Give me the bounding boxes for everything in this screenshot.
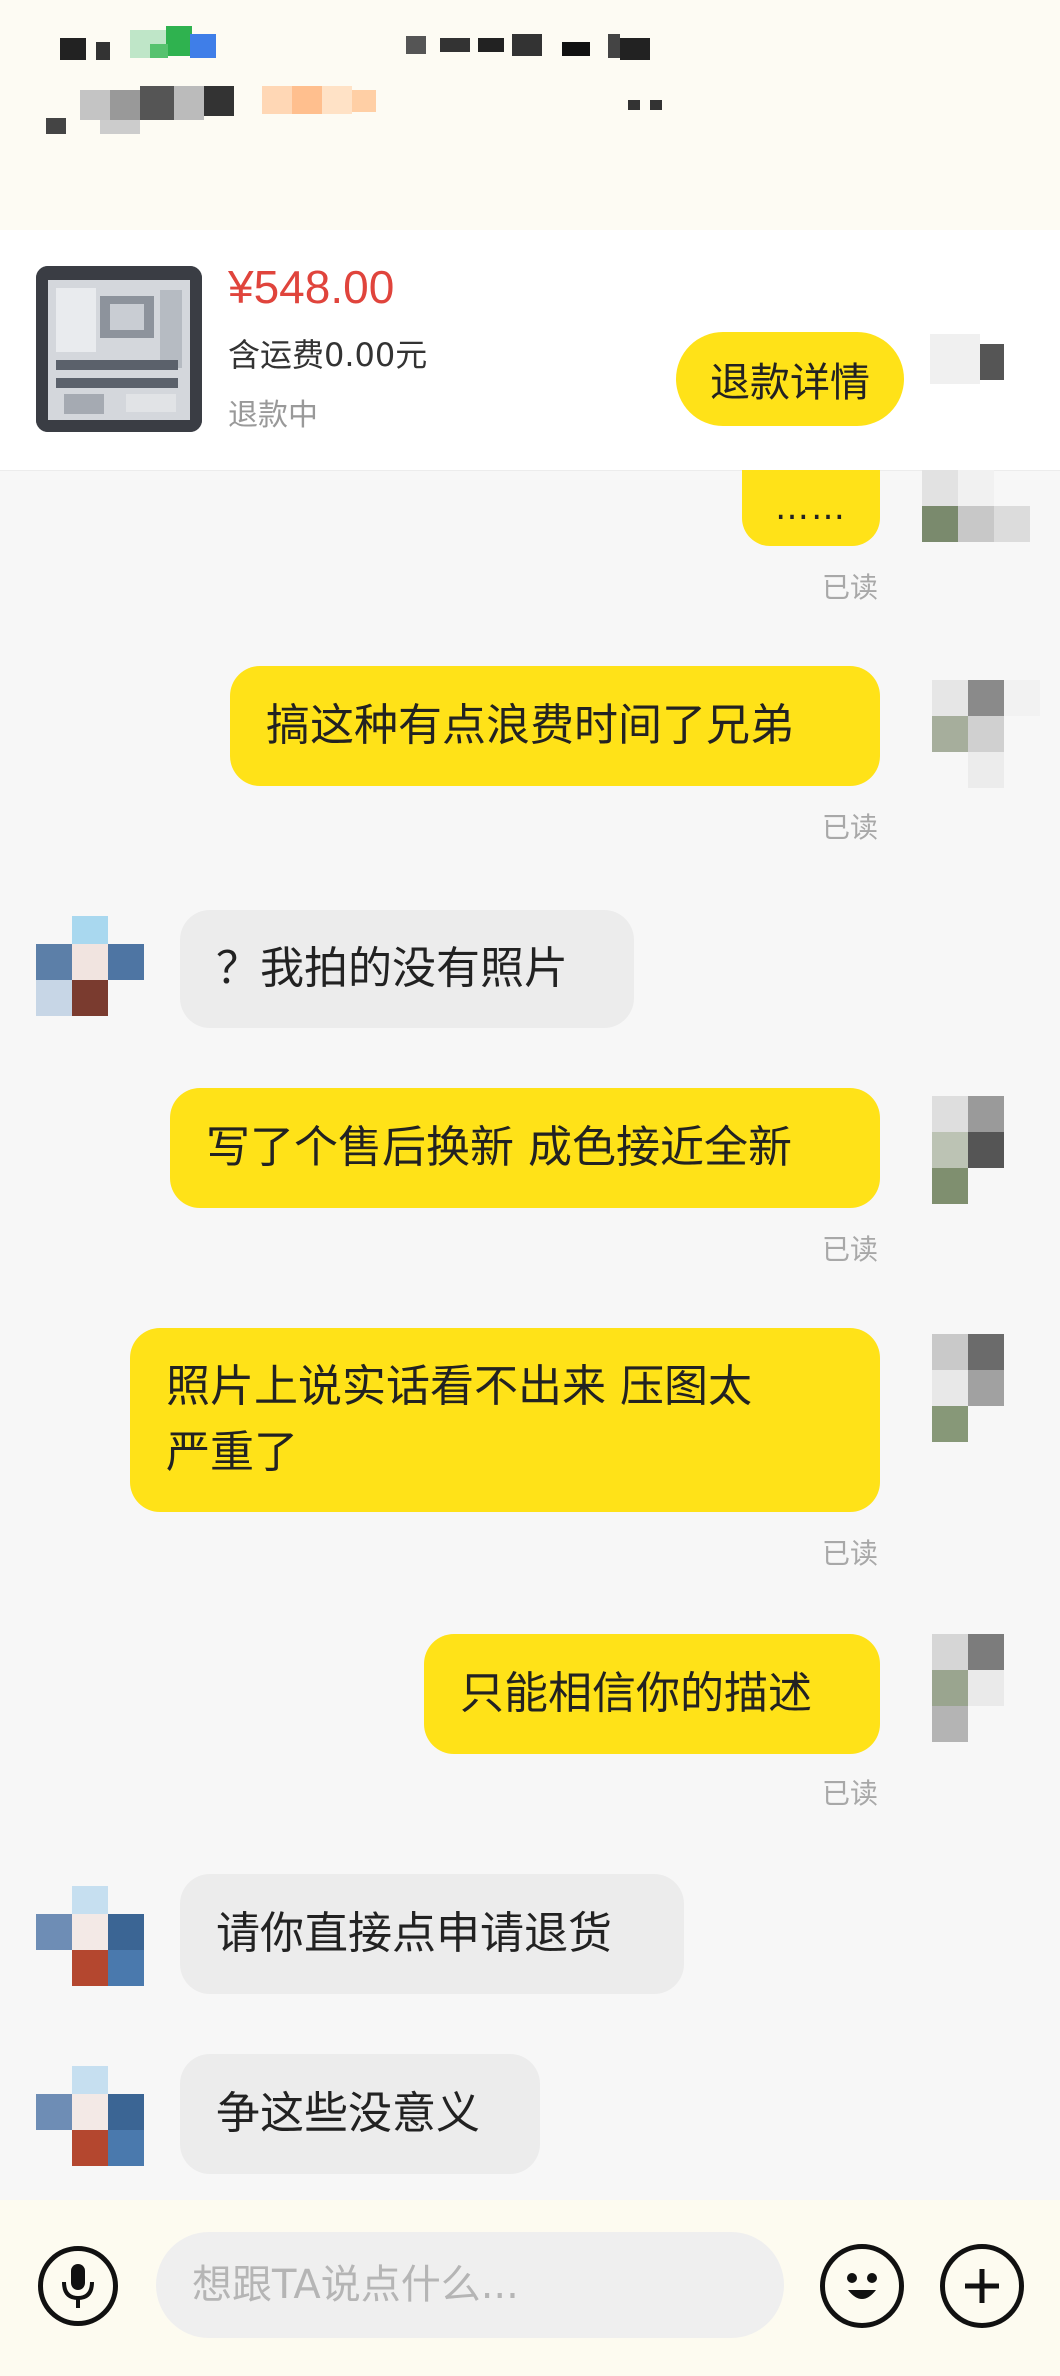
message-text: 请你直接点申请退货 bbox=[216, 1908, 612, 1959]
seller-avatar[interactable] bbox=[36, 1886, 144, 1994]
my-avatar[interactable] bbox=[932, 1334, 1040, 1442]
message-bubble-mine[interactable]: 写了个售后换新 成色接近全新 bbox=[170, 1088, 880, 1208]
smiley-icon[interactable] bbox=[820, 2244, 904, 2328]
read-receipt: 已读 bbox=[822, 1777, 879, 1810]
my-avatar[interactable] bbox=[932, 1634, 1040, 1742]
my-avatar[interactable] bbox=[932, 680, 1040, 788]
plus-icon[interactable] bbox=[940, 2244, 1024, 2328]
message-text: ？我拍的没有照片 bbox=[216, 943, 568, 994]
message-bubble-theirs[interactable]: 争这些没意义 bbox=[180, 2054, 540, 2174]
read-receipt: 已读 bbox=[822, 1537, 879, 1570]
message-input[interactable] bbox=[156, 2232, 784, 2338]
message-bubble-mine[interactable]: 照片上说实话看不出来 压图太 严重了 bbox=[130, 1328, 880, 1512]
message-bubble-mine[interactable]: 只能相信你的描述 bbox=[424, 1634, 880, 1754]
message-text: …… bbox=[775, 488, 847, 528]
product-thumbnail[interactable] bbox=[36, 266, 202, 432]
message-text: 只能相信你的描述 bbox=[460, 1668, 812, 1719]
message-bubble-theirs[interactable]: ？我拍的没有照片 bbox=[180, 910, 634, 1028]
read-receipt: 已读 bbox=[822, 811, 879, 844]
my-avatar[interactable] bbox=[922, 470, 1030, 578]
refund-details-button[interactable]: 退款详情 bbox=[676, 332, 904, 426]
product-card[interactable]: ¥548.00 含运费0.00元 退款中 退款详情 bbox=[0, 230, 1060, 471]
message-text: 照片上说实话看不出来 压图太 严重了 bbox=[166, 1361, 752, 1478]
message-bubble-mine[interactable]: 搞这种有点浪费时间了兄弟 bbox=[230, 666, 880, 786]
refund-status: 退款中 bbox=[228, 398, 318, 433]
seller-avatar[interactable] bbox=[36, 2066, 144, 2174]
message-bubble-mine[interactable]: …… bbox=[742, 470, 880, 546]
microphone-icon[interactable] bbox=[38, 2246, 118, 2326]
read-receipt: 已读 bbox=[822, 571, 879, 604]
message-text: 写了个售后换新 成色接近全新 bbox=[206, 1122, 792, 1173]
message-bubble-theirs[interactable]: 请你直接点申请退货 bbox=[180, 1874, 684, 1994]
message-text: 搞这种有点浪费时间了兄弟 bbox=[266, 700, 794, 751]
my-avatar[interactable] bbox=[932, 1096, 1040, 1204]
seller-avatar[interactable] bbox=[36, 916, 144, 1024]
product-price: ¥548.00 bbox=[228, 261, 395, 313]
read-receipt: 已读 bbox=[822, 1233, 879, 1266]
shipping-fee: 含运费0.00元 bbox=[228, 336, 428, 374]
message-text: 争这些没意义 bbox=[216, 2088, 480, 2139]
